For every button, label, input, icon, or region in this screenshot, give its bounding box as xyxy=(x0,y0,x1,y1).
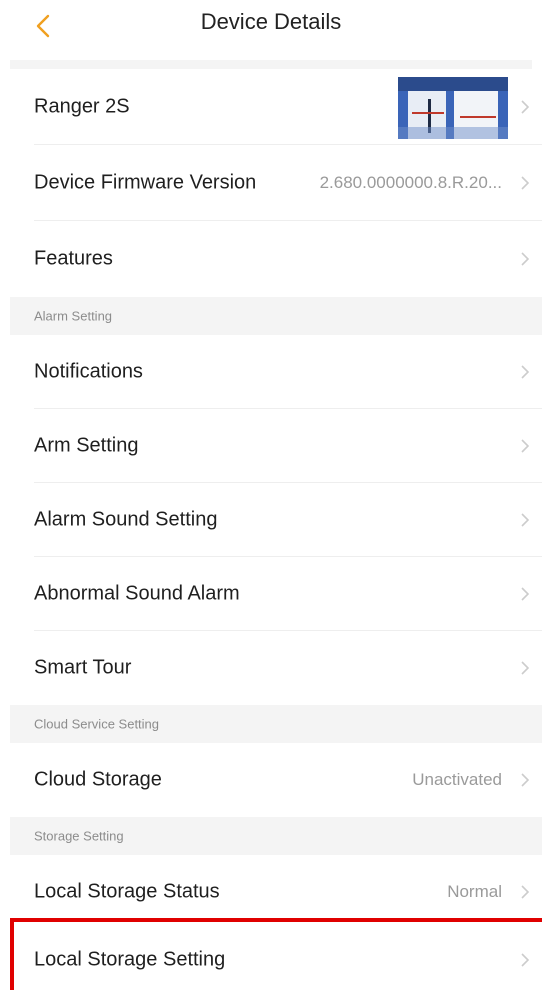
chevron-right-icon xyxy=(521,885,530,899)
notifications-row[interactable]: Notifications xyxy=(10,335,542,409)
chevron-right-icon xyxy=(521,100,530,114)
alarm-section-title: Alarm Setting xyxy=(34,308,113,324)
cloud-section-title: Cloud Service Setting xyxy=(34,716,160,732)
storage-section-header: Storage Setting xyxy=(10,817,542,855)
notifications-label: Notifications xyxy=(34,360,143,383)
chevron-right-icon xyxy=(521,661,530,675)
abnormal-sound-alarm-label: Abnormal Sound Alarm xyxy=(34,582,240,605)
device-name-row[interactable]: Ranger 2S xyxy=(10,69,542,145)
cloud-storage-status: Unactivated xyxy=(412,770,502,789)
device-details-screen: Device Details Ranger 2S Device Firmware… xyxy=(0,0,542,990)
chevron-right-icon xyxy=(521,176,530,190)
chevron-right-icon xyxy=(521,952,530,967)
local-storage-status-row[interactable]: Local Storage Status Normal xyxy=(10,855,542,929)
page-title: Device Details xyxy=(200,9,342,34)
chevron-right-icon xyxy=(521,773,530,787)
alarm-sound-setting-row[interactable]: Alarm Sound Setting xyxy=(10,483,542,557)
chevron-right-icon xyxy=(521,439,530,453)
local-storage-status-label: Local Storage Status xyxy=(34,880,220,903)
smart-tour-row[interactable]: Smart Tour xyxy=(10,631,542,705)
chevron-right-icon xyxy=(521,252,530,266)
firmware-row[interactable]: Device Firmware Version 2.680.0000000.8.… xyxy=(10,145,542,221)
cloud-storage-label: Cloud Storage xyxy=(34,768,162,791)
alarm-sound-setting-label: Alarm Sound Setting xyxy=(34,508,218,531)
arm-setting-label: Arm Setting xyxy=(34,434,139,457)
arm-setting-row[interactable]: Arm Setting xyxy=(10,409,542,483)
features-row[interactable]: Features xyxy=(10,221,542,297)
alarm-section-header: Alarm Setting xyxy=(10,297,542,335)
abnormal-sound-alarm-row[interactable]: Abnormal Sound Alarm xyxy=(10,557,542,631)
smart-tour-label: Smart Tour xyxy=(34,656,132,679)
cloud-storage-row[interactable]: Cloud Storage Unactivated xyxy=(10,743,542,817)
cloud-section-header: Cloud Service Setting xyxy=(10,705,542,743)
chevron-right-icon xyxy=(521,365,530,379)
firmware-label: Device Firmware Version xyxy=(34,171,257,194)
storage-section-title: Storage Setting xyxy=(34,828,124,844)
firmware-value: 2.680.0000000.8.R.20... xyxy=(319,173,502,192)
chevron-right-icon xyxy=(521,587,530,601)
chevron-right-icon xyxy=(521,513,530,527)
features-label: Features xyxy=(34,247,113,270)
local-storage-status-value: Normal xyxy=(447,882,502,901)
device-thumbnail xyxy=(398,77,508,139)
top-bar: Device Details xyxy=(0,0,542,60)
device-name-label: Ranger 2S xyxy=(34,95,130,118)
header-spacer xyxy=(10,60,532,69)
local-storage-setting-row[interactable]: Local Storage Setting xyxy=(10,929,542,990)
local-storage-setting-label: Local Storage Setting xyxy=(34,948,226,970)
